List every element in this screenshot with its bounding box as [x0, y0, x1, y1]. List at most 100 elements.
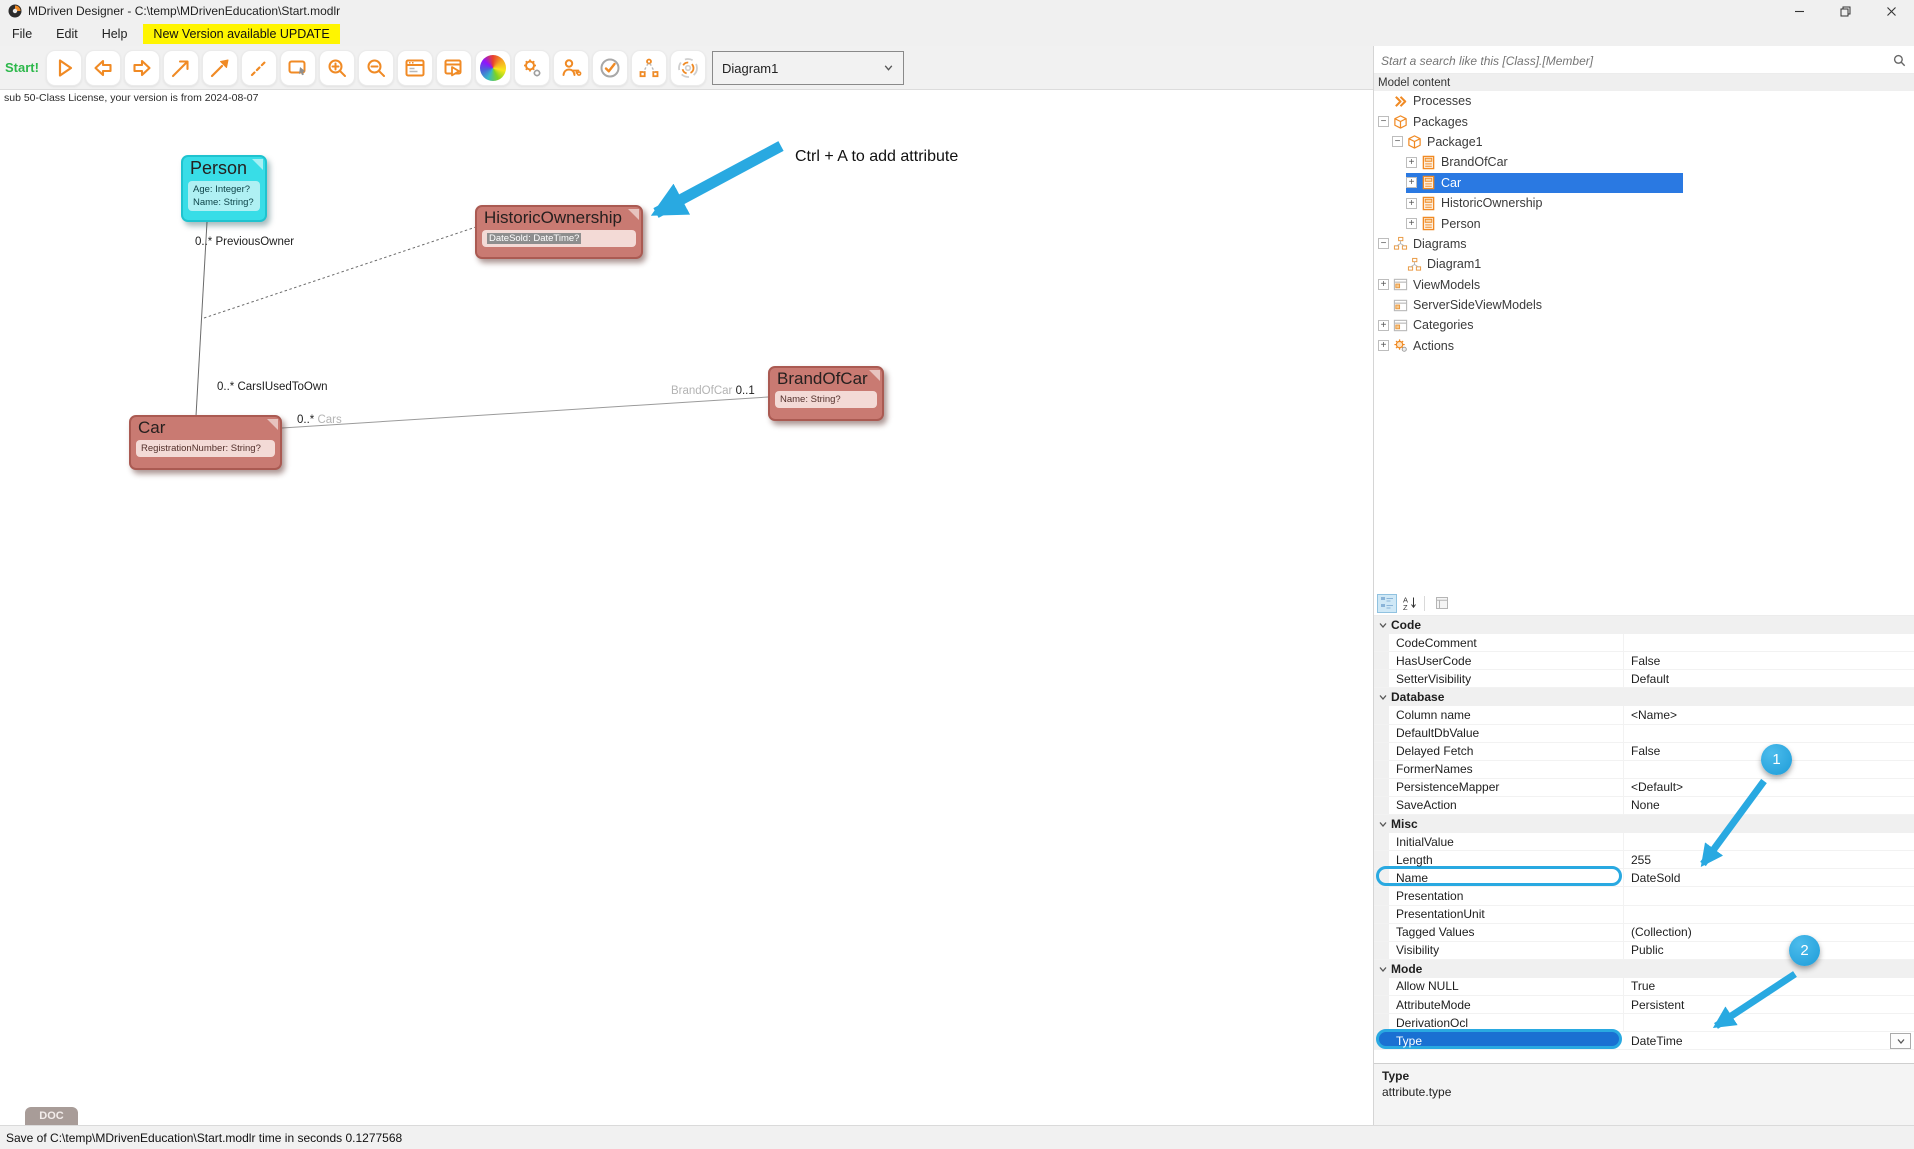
property-name[interactable]: Column name	[1389, 706, 1624, 723]
property-category-database[interactable]: Database	[1374, 688, 1914, 706]
property-name[interactable]: SaveAction	[1389, 797, 1624, 814]
tree-item-diagrams[interactable]: −Diagrams	[1374, 234, 1914, 254]
association-arrow-button[interactable]	[163, 50, 199, 86]
alphabetical-sort-icon[interactable]: AZ	[1400, 594, 1420, 613]
property-category-misc[interactable]: Misc	[1374, 815, 1914, 833]
nav-forward-button[interactable]	[124, 50, 160, 86]
tree-item-processes[interactable]: Processes	[1374, 91, 1914, 111]
tree-item-categories[interactable]: +Categories	[1374, 315, 1914, 335]
tree-item-diagram1[interactable]: Diagram1	[1374, 254, 1914, 274]
property-value[interactable]: DateSold	[1624, 871, 1914, 885]
tree-expander-icon[interactable]: +	[1378, 340, 1389, 351]
property-row-length[interactable]: Length255	[1374, 851, 1914, 869]
tree-item-historicownership[interactable]: +HistoricOwnership	[1374, 193, 1914, 213]
property-row-presentationunit[interactable]: PresentationUnit	[1374, 906, 1914, 924]
property-name[interactable]: SetterVisibility	[1389, 670, 1624, 687]
validate-button[interactable]	[592, 50, 628, 86]
attribute-brandname[interactable]: Name: String?	[780, 393, 872, 406]
property-row-delayed-fetch[interactable]: Delayed FetchFalse	[1374, 743, 1914, 761]
class-person[interactable]: Person Age: Integer? Name: String?	[181, 155, 267, 222]
property-name[interactable]: Delayed Fetch	[1389, 743, 1624, 760]
property-row-visibility[interactable]: VisibilityPublic	[1374, 942, 1914, 960]
property-name[interactable]: InitialValue	[1389, 833, 1624, 850]
tree-item-serversideviewmodels[interactable]: ServerSideViewModels	[1374, 295, 1914, 315]
access-control-button[interactable]	[553, 50, 589, 86]
property-row-attributemode[interactable]: AttributeModePersistent	[1374, 996, 1914, 1014]
property-row-settervisibility[interactable]: SetterVisibilityDefault	[1374, 670, 1914, 688]
attribute-registrationnumber[interactable]: RegistrationNumber: String?	[141, 442, 270, 455]
property-name[interactable]: CodeComment	[1389, 634, 1624, 651]
settings-button[interactable]	[514, 50, 550, 86]
property-category-code[interactable]: Code	[1374, 616, 1914, 634]
property-name[interactable]: HasUserCode	[1389, 652, 1624, 669]
property-row-formernames[interactable]: FormerNames	[1374, 761, 1914, 779]
property-name[interactable]: Tagged Values	[1389, 924, 1624, 941]
property-value[interactable]: Public	[1624, 943, 1914, 957]
zoom-out-button[interactable]	[358, 50, 394, 86]
property-row-persistencemapper[interactable]: PersistenceMapper<Default>	[1374, 779, 1914, 797]
start-label[interactable]: Start!	[5, 60, 39, 75]
property-value[interactable]: <Name>	[1624, 708, 1914, 722]
class-car[interactable]: Car RegistrationNumber: String?	[129, 415, 282, 470]
property-row-name[interactable]: NameDateSold	[1374, 869, 1914, 887]
minimize-button[interactable]	[1776, 0, 1822, 22]
property-value[interactable]: Persistent	[1624, 998, 1914, 1012]
property-name[interactable]: DerivationOcl	[1389, 1014, 1624, 1031]
viewmodel-editor-button[interactable]	[397, 50, 433, 86]
tree-item-actions[interactable]: +Actions	[1374, 336, 1914, 356]
attribute-name[interactable]: Name: String?	[193, 196, 255, 209]
tree-item-brandofcar[interactable]: +BrandOfCar	[1374, 152, 1914, 172]
zoom-in-button[interactable]	[319, 50, 355, 86]
property-row-derivationocl[interactable]: DerivationOcl	[1374, 1014, 1914, 1032]
place-class-button[interactable]	[280, 50, 316, 86]
tree-item-car[interactable]: +Car	[1374, 173, 1914, 193]
property-pages-icon[interactable]	[1432, 594, 1452, 613]
run-viewmodel-button[interactable]	[436, 50, 472, 86]
property-row-saveaction[interactable]: SaveActionNone	[1374, 797, 1914, 815]
tree-expander-icon[interactable]: −	[1392, 136, 1403, 147]
tree-item-packages[interactable]: −Packages	[1374, 111, 1914, 131]
property-row-tagged-values[interactable]: Tagged Values(Collection)	[1374, 924, 1914, 942]
tree-item-person[interactable]: +Person	[1374, 213, 1914, 233]
color-theme-button[interactable]	[475, 50, 511, 86]
property-name[interactable]: Visibility	[1389, 942, 1624, 959]
tree-item-package1[interactable]: −Package1	[1374, 132, 1914, 152]
property-value[interactable]: False	[1624, 654, 1914, 668]
tree-expander-icon[interactable]: +	[1406, 198, 1417, 209]
tree-expander-icon[interactable]: +	[1378, 320, 1389, 331]
property-row-defaultdbvalue[interactable]: DefaultDbValue	[1374, 725, 1914, 743]
tree-expander-icon[interactable]: −	[1378, 238, 1389, 249]
menu-edit[interactable]: Edit	[44, 22, 90, 46]
diagram-selector[interactable]: Diagram1	[712, 51, 904, 85]
nav-back-button[interactable]	[85, 50, 121, 86]
doc-tab[interactable]: DOC	[25, 1107, 78, 1125]
categorized-icon[interactable]	[1377, 594, 1397, 613]
property-category-mode[interactable]: Mode	[1374, 960, 1914, 978]
property-name[interactable]: Presentation	[1389, 887, 1624, 904]
property-row-column-name[interactable]: Column name<Name>	[1374, 706, 1914, 724]
attribute-datesold[interactable]: DateSold: DateTime?	[487, 233, 581, 244]
property-row-type[interactable]: TypeDateTime	[1374, 1032, 1914, 1050]
association-arrow-filled-button[interactable]	[202, 50, 238, 86]
class-brandofcar[interactable]: BrandOfCar Name: String?	[768, 366, 884, 421]
property-row-initialvalue[interactable]: InitialValue	[1374, 833, 1914, 851]
restore-button[interactable]	[1822, 0, 1868, 22]
update-notice[interactable]: New Version available UPDATE	[143, 24, 339, 44]
close-button[interactable]	[1868, 0, 1914, 22]
tree-expander-icon[interactable]: −	[1378, 116, 1389, 127]
attribute-age[interactable]: Age: Integer?	[193, 183, 255, 196]
property-value[interactable]: None	[1624, 798, 1914, 812]
property-name[interactable]: PersistenceMapper	[1389, 779, 1624, 796]
play-button[interactable]	[46, 50, 82, 86]
property-name[interactable]: AttributeMode	[1389, 996, 1624, 1013]
search-input[interactable]	[1374, 54, 1893, 68]
property-value[interactable]: 255	[1624, 853, 1914, 867]
tree-item-viewmodels[interactable]: +ViewModels	[1374, 275, 1914, 295]
property-name[interactable]: Type	[1389, 1032, 1624, 1049]
layout-graph-button[interactable]	[631, 50, 667, 86]
property-name[interactable]: DefaultDbValue	[1389, 725, 1624, 742]
tree-expander-icon[interactable]: +	[1406, 157, 1417, 168]
menu-help[interactable]: Help	[90, 22, 140, 46]
dashed-line-button[interactable]	[241, 50, 277, 86]
dropdown-button[interactable]	[1890, 1033, 1911, 1049]
